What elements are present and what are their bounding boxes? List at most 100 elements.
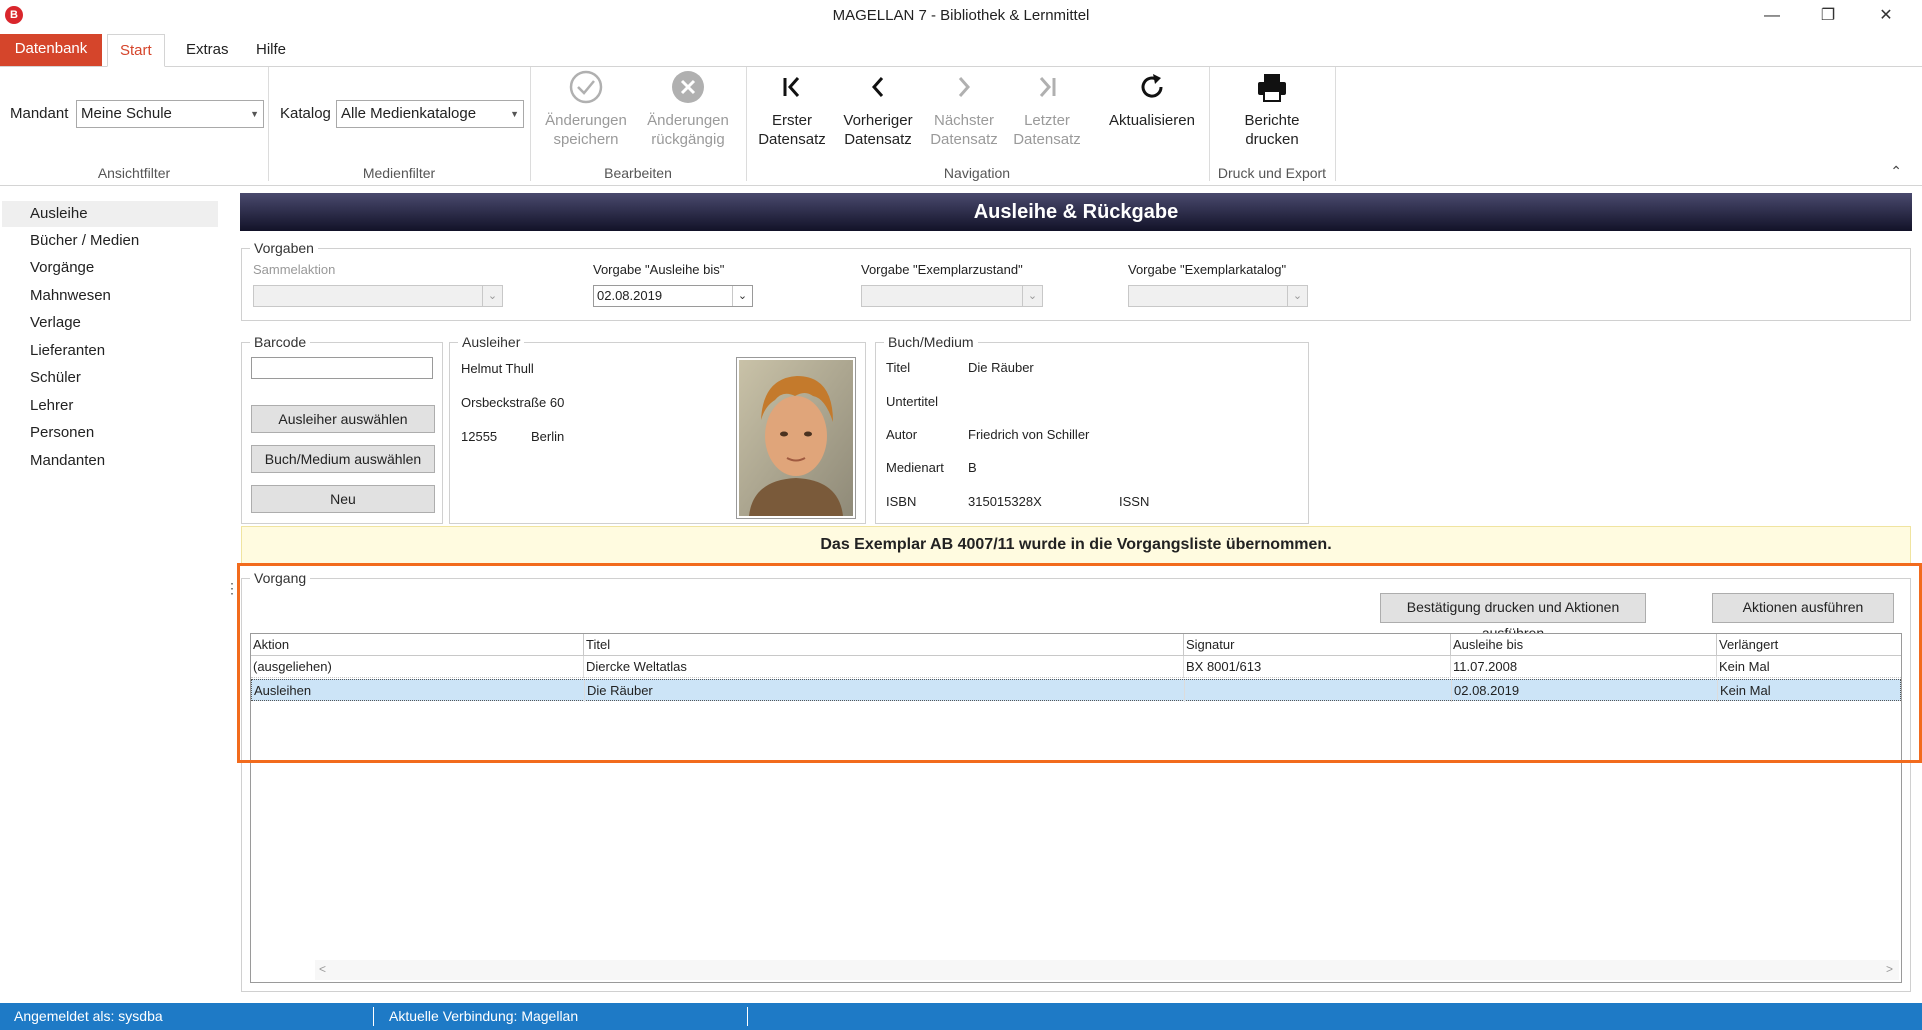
sidebar-item-verlage[interactable]: Verlage xyxy=(2,310,218,336)
maximize-button[interactable]: ❐ xyxy=(1800,0,1856,32)
medium-title: Buch/Medium xyxy=(884,334,978,350)
group-label-ansichtfilter: Ansichtfilter xyxy=(97,165,171,181)
group-label-bearbeiten: Bearbeiten xyxy=(604,165,672,181)
chevron-down-icon[interactable]: ⌄ xyxy=(732,286,752,306)
status-separator xyxy=(747,1007,748,1026)
sidebar-item-schueler[interactable]: Schüler xyxy=(2,365,218,391)
isbn-label: ISBN xyxy=(886,494,917,509)
status-separator xyxy=(373,1007,374,1026)
next-record-label-1: Nächster xyxy=(933,112,995,129)
borrower-zip: 12555 xyxy=(461,429,498,444)
undo-changes-label-2: rückgängig xyxy=(651,131,725,148)
titel-label: Titel xyxy=(886,360,911,375)
scroll-right-icon[interactable]: > xyxy=(1886,962,1893,976)
ausleihe-bis-date[interactable]: 02.08.2019 ⌄ xyxy=(593,285,753,307)
undo-changes-label-1: Änderungen xyxy=(647,112,729,129)
group-separator xyxy=(530,67,531,181)
next-record-button[interactable]: Nächster Datensatz xyxy=(926,69,1002,149)
medium-group: Buch/Medium Titel Die Räuber Untertitel … xyxy=(875,334,1309,524)
sidebar-item-personen[interactable]: Personen xyxy=(2,420,218,446)
tab-hilfe[interactable]: Hilfe xyxy=(244,34,298,67)
sidebar-item-ausleihe[interactable]: Ausleihe xyxy=(2,201,218,227)
mandant-select[interactable]: Meine Schule ▼ xyxy=(76,100,264,128)
first-record-icon xyxy=(783,77,800,97)
select-medium-button[interactable]: Buch/Medium auswählen xyxy=(251,445,435,473)
group-separator xyxy=(746,67,747,181)
save-changes-label-2: speichern xyxy=(553,131,619,148)
borrower-title: Ausleiher xyxy=(458,334,525,350)
isbn-value: 315015328X xyxy=(968,494,1042,509)
chevron-right-icon xyxy=(958,77,971,97)
previous-record-label-1: Vorheriger xyxy=(843,112,913,129)
ausleihe-bis-label: Vorgabe "Ausleihe bis" xyxy=(593,262,725,277)
horizontal-scrollbar[interactable]: < > xyxy=(315,960,1899,980)
first-record-label-2: Datensatz xyxy=(758,131,826,148)
previous-record-button[interactable]: Vorheriger Datensatz xyxy=(840,69,916,149)
chevron-down-icon: ▼ xyxy=(510,109,519,119)
scroll-left-icon[interactable]: < xyxy=(319,962,326,976)
ribbon-tab-row: Datenbank Start Extras Hilfe xyxy=(0,34,1922,67)
exemplarkatalog-select[interactable]: ⌄ xyxy=(1128,285,1308,307)
highlight-frame xyxy=(237,563,1922,763)
exemplarkatalog-label: Vorgabe "Exemplarkatalog" xyxy=(1128,262,1287,277)
previous-record-label-2: Datensatz xyxy=(844,131,912,148)
last-record-icon xyxy=(1039,77,1056,97)
borrower-photo xyxy=(736,357,856,519)
autor-label: Autor xyxy=(886,427,918,442)
mandant-value: Meine Schule xyxy=(81,105,172,122)
last-record-button[interactable]: Letzter Datensatz xyxy=(1012,69,1082,149)
barcode-input[interactable] xyxy=(251,357,433,379)
check-circle-icon xyxy=(569,70,603,104)
vorgaben-title: Vorgaben xyxy=(250,240,318,256)
borrower-city: Berlin xyxy=(531,429,565,444)
sidebar-item-vorgaenge[interactable]: Vorgänge xyxy=(2,255,218,281)
group-separator xyxy=(268,67,269,181)
last-record-label-2: Datensatz xyxy=(1013,131,1081,148)
borrower-name: Helmut Thull xyxy=(461,361,534,376)
tab-datenbank[interactable]: Datenbank xyxy=(0,34,102,66)
new-button[interactable]: Neu xyxy=(251,485,435,513)
select-borrower-button[interactable]: Ausleiher auswählen xyxy=(251,405,435,433)
sidebar-item-lieferanten[interactable]: Lieferanten xyxy=(2,338,218,364)
close-button[interactable]: ✕ xyxy=(1858,0,1914,32)
first-record-label-1: Erster xyxy=(771,112,812,129)
portrait-image xyxy=(739,360,853,516)
printer-icon xyxy=(1258,74,1286,102)
collapse-ribbon-icon[interactable]: ⌃ xyxy=(1890,163,1902,180)
ausleihe-bis-value: 02.08.2019 xyxy=(597,288,663,303)
refresh-icon xyxy=(1141,74,1163,98)
group-separator xyxy=(1209,67,1210,181)
save-changes-button[interactable]: Änderungen speichern xyxy=(542,69,630,149)
vorgaben-group: Vorgaben Sammelaktion ⌄ Vorgabe "Ausleih… xyxy=(241,240,1911,321)
first-record-button[interactable]: Erster Datensatz xyxy=(756,69,828,149)
titel-value: Die Räuber xyxy=(968,360,1034,375)
status-bar: Angemeldet als: sysdba Aktuelle Verbindu… xyxy=(0,1003,1922,1030)
sidebar-item-mahnwesen[interactable]: Mahnwesen xyxy=(2,283,218,309)
sidebar-item-mandanten[interactable]: Mandanten xyxy=(2,448,218,474)
print-reports-button[interactable]: Berichte drucken xyxy=(1222,69,1322,149)
katalog-label: Katalog xyxy=(280,105,331,122)
save-changes-label-1: Änderungen xyxy=(545,112,627,129)
issn-label: ISSN xyxy=(1119,494,1150,509)
sidebar-item-lehrer[interactable]: Lehrer xyxy=(2,393,218,419)
status-connection: Aktuelle Verbindung: Magellan xyxy=(389,1008,579,1024)
barcode-title: Barcode xyxy=(250,334,311,350)
sidebar-item-buecher-medien[interactable]: Bücher / Medien xyxy=(2,228,218,254)
chevron-down-icon: ⌄ xyxy=(1287,286,1307,306)
tab-extras[interactable]: Extras xyxy=(174,34,241,67)
borrower-street: Orsbeckstraße 60 xyxy=(461,395,565,410)
tab-start[interactable]: Start xyxy=(107,34,165,67)
exemplarzustand-select[interactable]: ⌄ xyxy=(861,285,1043,307)
refresh-button[interactable]: Aktualisieren xyxy=(1100,69,1204,130)
sammelaktion-select[interactable]: ⌄ xyxy=(253,285,503,307)
group-separator xyxy=(1335,67,1336,181)
minimize-button[interactable]: — xyxy=(1744,0,1800,32)
ribbon: Mandant Meine Schule ▼ Ansichtfilter Kat… xyxy=(0,66,1922,186)
chevron-left-icon xyxy=(871,77,884,97)
page-title: Ausleihe & Rückgabe xyxy=(240,193,1912,231)
title-bar: B MAGELLAN 7 - Bibliothek & Lernmittel —… xyxy=(0,0,1922,32)
undo-changes-button[interactable]: Änderungen rückgängig xyxy=(642,69,734,149)
next-record-label-2: Datensatz xyxy=(930,131,998,148)
borrower-group: Ausleiher Helmut Thull Orsbeckstraße 60 … xyxy=(449,334,866,524)
katalog-select[interactable]: Alle Medienkataloge ▼ xyxy=(336,100,524,128)
